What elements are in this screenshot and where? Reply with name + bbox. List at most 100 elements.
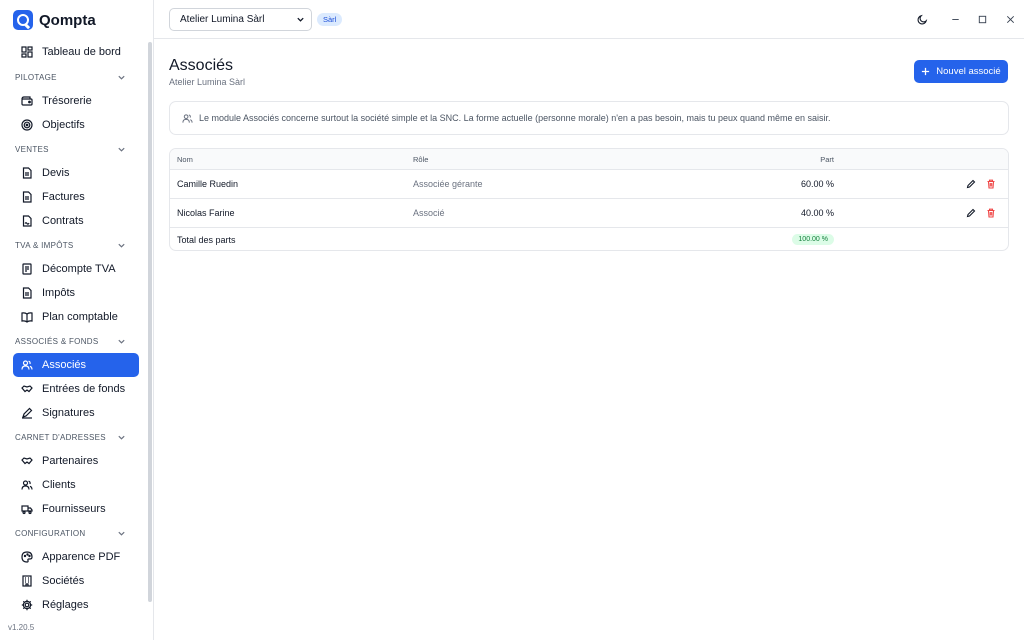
sidebar-item-plan-comptable[interactable]: Plan comptable: [13, 305, 139, 329]
section-title: VENTES: [15, 144, 49, 154]
target-icon: [21, 119, 33, 131]
sidebar-item-label: Factures: [42, 191, 85, 203]
sidebar-item-dashboard[interactable]: Tableau de bord: [13, 40, 139, 64]
plus-icon: [922, 67, 930, 76]
sidebar-item-label: Décompte TVA: [42, 263, 116, 275]
sidebar-item-label: Plan comptable: [42, 311, 118, 323]
sidebar-item-label: Entrées de fonds: [42, 383, 126, 395]
chevron-down-icon: [118, 531, 125, 536]
sidebar: Qompta Tableau de bord PILOTAGE Trésorer…: [0, 0, 154, 640]
total-label: Total des parts: [177, 234, 236, 245]
sidebar-item-apparence-pdf[interactable]: Apparence PDF: [13, 545, 139, 569]
chevron-down-icon: [118, 243, 125, 248]
document-icon: [21, 167, 33, 179]
sidebar-item-label: Fournisseurs: [42, 503, 106, 515]
new-associe-label: Nouvel associé: [936, 66, 1001, 77]
sidebar-item-label: Tableau de bord: [42, 46, 121, 58]
sidebar-item-devis[interactable]: Devis: [13, 161, 139, 185]
sidebar-item-partenaires[interactable]: Partenaires: [13, 449, 139, 473]
company-select[interactable]: Atelier Lumina Sàrl: [169, 8, 312, 31]
sidebar-item-tresorerie[interactable]: Trésorerie: [13, 89, 139, 113]
minimize-button[interactable]: [948, 12, 962, 26]
new-associe-button[interactable]: Nouvel associé: [914, 60, 1008, 83]
section-configuration[interactable]: CONFIGURATION: [0, 521, 148, 545]
delete-icon[interactable]: [986, 179, 996, 189]
column-header-part[interactable]: Part: [820, 149, 834, 169]
sidebar-item-associes[interactable]: Associés: [13, 353, 139, 377]
palette-icon: [21, 551, 33, 563]
section-tva-impots[interactable]: TVA & IMPÔTS: [0, 233, 148, 257]
column-header-name[interactable]: Nom: [177, 149, 193, 169]
sidebar-item-clients[interactable]: Clients: [13, 473, 139, 497]
table-total-row: Total des parts 100.00 %: [170, 228, 1008, 250]
page-subtitle: Atelier Lumina Sàrl: [169, 77, 246, 87]
brand: Qompta: [13, 10, 96, 30]
cell-part: 40.00 %: [800, 208, 834, 218]
total-value-cell: 100.00 %: [792, 228, 834, 250]
document-icon: [21, 191, 33, 203]
users-icon: [21, 359, 33, 371]
sidebar-item-label: Sociétés: [42, 575, 85, 587]
minimize-icon: [951, 18, 959, 20]
section-carnet-adresses[interactable]: CARNET D'ADRESSES: [0, 425, 148, 449]
row-actions: [966, 170, 996, 198]
sidebar-item-impots[interactable]: Impôts: [13, 281, 139, 305]
sidebar-item-label: Partenaires: [42, 455, 99, 467]
cell-name: Camille Ruedin: [177, 179, 239, 189]
users-icon: [182, 113, 193, 123]
section-pilotage[interactable]: PILOTAGE: [0, 65, 148, 89]
page-title: Associés: [169, 57, 234, 74]
gear-icon: [21, 599, 33, 611]
wallet-icon: [21, 95, 33, 107]
sidebar-item-entrees-de-fonds[interactable]: Entrées de fonds: [13, 377, 139, 401]
row-actions: [966, 199, 996, 227]
cell-part: 60.00 %: [800, 179, 834, 189]
chevron-down-icon: [118, 147, 125, 152]
moon-icon: [917, 14, 927, 24]
associes-table: Nom Rôle Part Camille Ruedin Associée gé…: [169, 148, 1009, 251]
main-content: Associés Atelier Lumina Sàrl Nouvel asso…: [154, 40, 1024, 640]
sidebar-item-label: Objectifs: [42, 119, 85, 131]
users-icon: [21, 479, 33, 491]
sidebar-item-label: Apparence PDF: [42, 551, 121, 563]
building-icon: [21, 575, 33, 587]
sidebar-scrollbar[interactable]: [148, 42, 152, 602]
column-header-role[interactable]: Rôle: [413, 149, 428, 169]
sidebar-item-decompte-tva[interactable]: Décompte TVA: [13, 257, 139, 281]
chevron-down-icon: [118, 75, 125, 80]
dashboard-icon: [21, 46, 33, 58]
table-row[interactable]: Camille Ruedin Associée gérante 60.00 %: [170, 170, 1008, 199]
sidebar-item-factures[interactable]: Factures: [13, 185, 139, 209]
handshake-icon: [21, 455, 33, 467]
section-ventes[interactable]: VENTES: [0, 137, 148, 161]
handshake-icon: [21, 383, 33, 395]
sidebar-item-objectifs[interactable]: Objectifs: [13, 113, 139, 137]
app-name: Qompta: [39, 11, 96, 29]
close-icon: [1006, 15, 1014, 23]
app-version: v1.20.5: [8, 623, 35, 632]
theme-toggle-button[interactable]: [915, 12, 929, 26]
sidebar-item-fournisseurs[interactable]: Fournisseurs: [13, 497, 139, 521]
chevron-down-icon: [118, 339, 125, 344]
sidebar-item-signatures[interactable]: Signatures: [13, 401, 139, 425]
company-type-badge: Sàrl: [317, 13, 343, 26]
topbar: Atelier Lumina Sàrl Sàrl: [154, 0, 1024, 39]
table-row[interactable]: Nicolas Farine Associé 40.00 %: [170, 199, 1008, 228]
sidebar-item-societes[interactable]: Sociétés: [13, 569, 139, 593]
sidebar-item-contrats[interactable]: Contrats: [13, 209, 139, 233]
sidebar-item-reglages[interactable]: Réglages: [13, 593, 139, 617]
close-button[interactable]: [1003, 12, 1017, 26]
delete-icon[interactable]: [986, 208, 996, 218]
edit-icon[interactable]: [966, 179, 976, 189]
truck-icon: [21, 503, 33, 515]
section-title: TVA & IMPÔTS: [15, 240, 74, 250]
sidebar-item-label: Réglages: [42, 599, 89, 611]
info-text: Le module Associés concerne surtout la s…: [199, 113, 831, 123]
maximize-button[interactable]: [975, 12, 989, 26]
document-icon: [21, 287, 33, 299]
sidebar-item-label: Impôts: [42, 287, 76, 299]
chevron-down-icon: [297, 17, 304, 22]
info-banner: Le module Associés concerne surtout la s…: [169, 101, 1009, 135]
edit-icon[interactable]: [966, 208, 976, 218]
section-associes-fonds[interactable]: ASSOCIÉS & FONDS: [0, 329, 148, 353]
